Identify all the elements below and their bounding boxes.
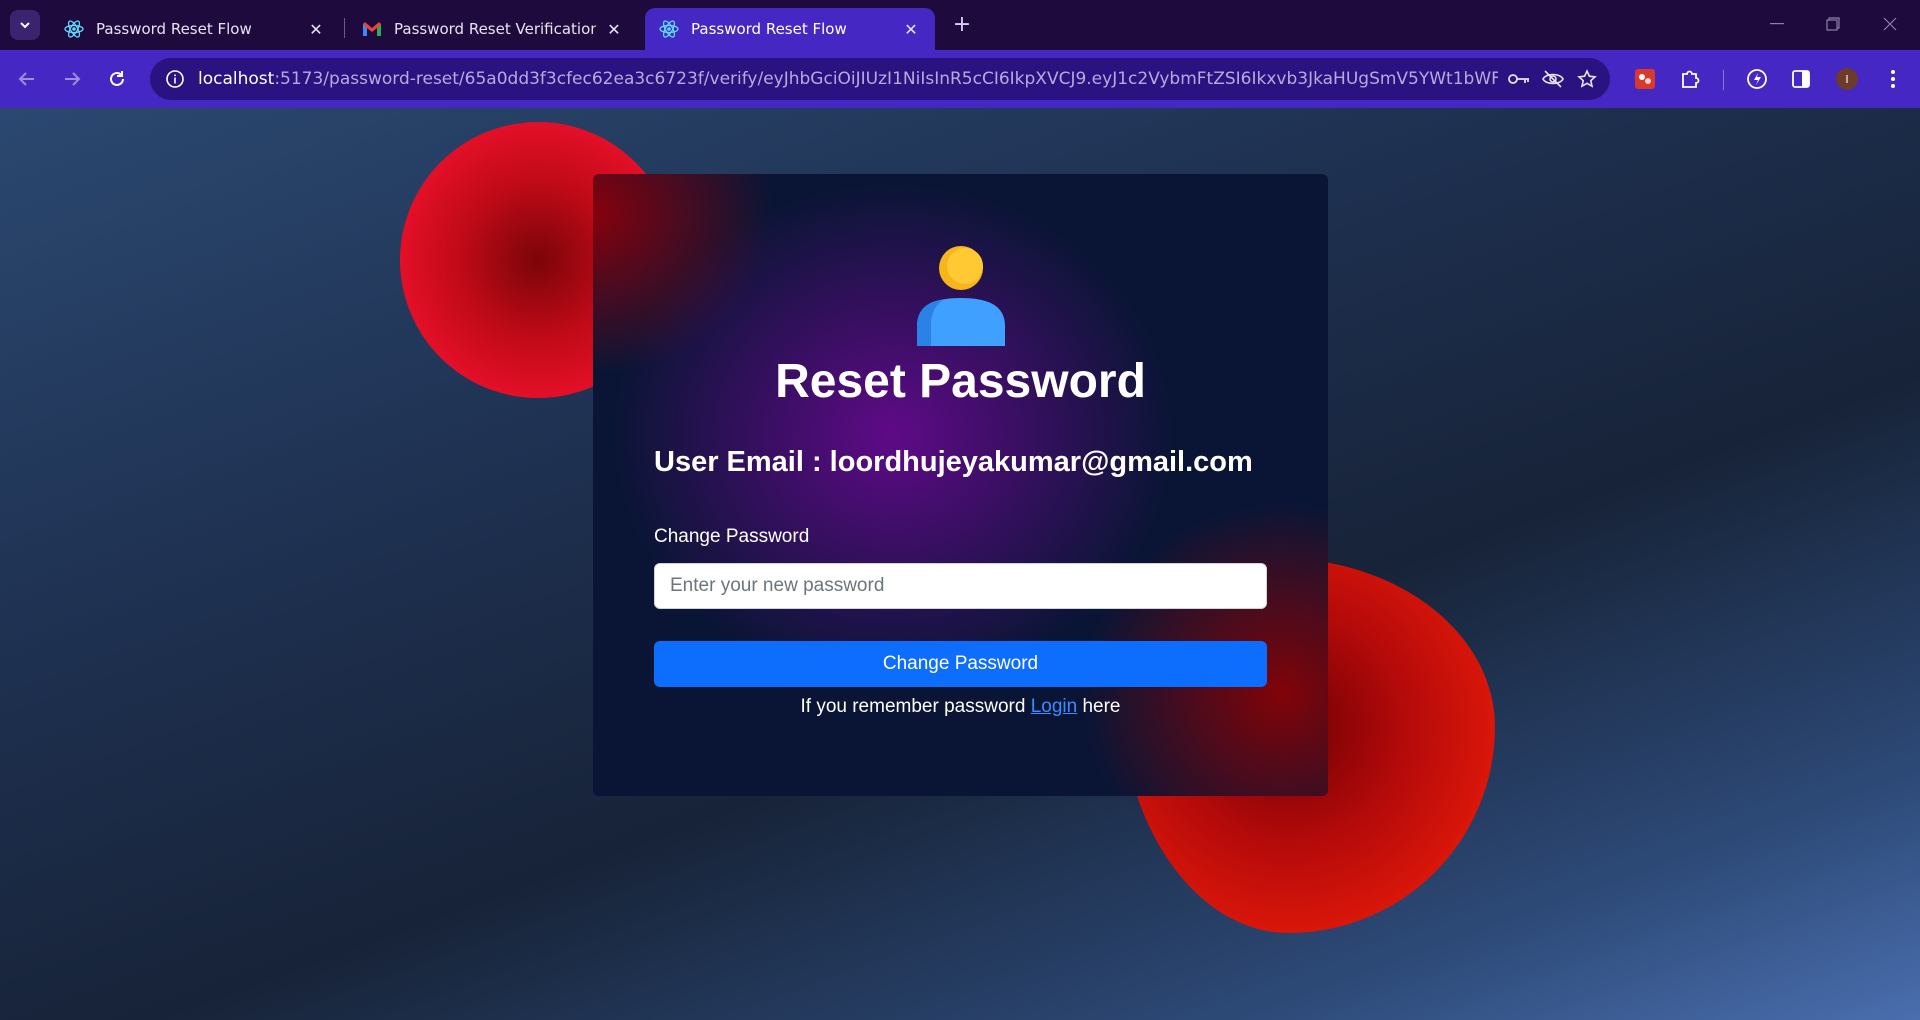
puzzle-extensions-icon[interactable] [1677,66,1703,92]
close-icon[interactable]: ✕ [306,19,326,39]
chevron-down-icon [20,22,30,29]
url-text[interactable]: localhost:5173/password-reset/65a0dd3f3c… [198,69,1498,89]
more-menu-icon[interactable] [1880,66,1906,92]
login-prompt-prefix: If you remember password [800,696,1031,717]
user-email-text: User Email : loordhujeyakumar@gmail.com [654,446,1253,478]
url-path: :5173/password-reset/65a0dd3f3cfec62ea3c… [274,69,1498,89]
login-prompt-suffix: here [1077,696,1121,717]
page-background: Reset Password User Email : loordhujeyak… [0,108,1920,1020]
address-bar[interactable]: localhost:5173/password-reset/65a0dd3f3c… [150,58,1610,100]
star-icon[interactable] [1574,66,1600,92]
forward-arrow-icon[interactable] [59,66,85,92]
restore-icon[interactable] [1821,12,1845,36]
reset-password-card: Reset Password User Email : loordhujeyak… [593,174,1328,796]
page-title: Reset Password [775,355,1146,408]
window-close-icon[interactable] [1878,12,1902,36]
new-password-input[interactable] [654,563,1267,609]
tab-title: Password Reset Flow [691,20,847,38]
url-host: localhost [198,69,275,89]
new-tab-plus-icon[interactable]: + [950,12,974,37]
tab-password-reset-flow-1[interactable]: Password Reset Flow ✕ [50,8,340,50]
tab-title: Password Reset Verification Link [394,20,596,38]
close-icon[interactable]: ✕ [604,19,624,39]
change-password-button[interactable]: Change Password [654,641,1267,687]
eye-off-icon[interactable] [1540,66,1566,92]
extension-red-icon[interactable] [1632,66,1658,92]
gmail-icon [362,19,382,39]
tab-search-button[interactable] [10,10,40,40]
login-link[interactable]: Login [1031,696,1078,717]
close-icon[interactable]: ✕ [901,19,921,39]
tab-verification-link[interactable]: Password Reset Verification Link ✕ [348,8,638,50]
login-prompt: If you remember password Login here [593,696,1328,718]
profile-avatar[interactable]: I [1836,68,1858,90]
change-password-label: Change Password [654,526,810,547]
toolbar-separator [1723,70,1724,90]
tab-title: Password Reset Flow [96,20,252,38]
back-arrow-icon[interactable] [14,66,40,92]
performance-icon[interactable] [1744,66,1770,92]
tab-password-reset-flow-active[interactable]: Password Reset Flow ✕ [645,8,935,50]
user-icon [917,246,1005,346]
tab-separator [344,18,345,38]
key-icon[interactable] [1506,66,1532,92]
side-panel-icon[interactable] [1788,66,1814,92]
site-info-icon[interactable] [162,66,188,92]
react-icon [659,19,679,39]
reload-icon[interactable] [104,66,130,92]
react-icon [64,19,84,39]
browser-toolbar: localhost:5173/password-reset/65a0dd3f3c… [0,50,1920,108]
minimize-icon[interactable] [1765,12,1789,36]
tab-strip: Password Reset Flow ✕ Password Reset Ver… [0,0,1920,50]
